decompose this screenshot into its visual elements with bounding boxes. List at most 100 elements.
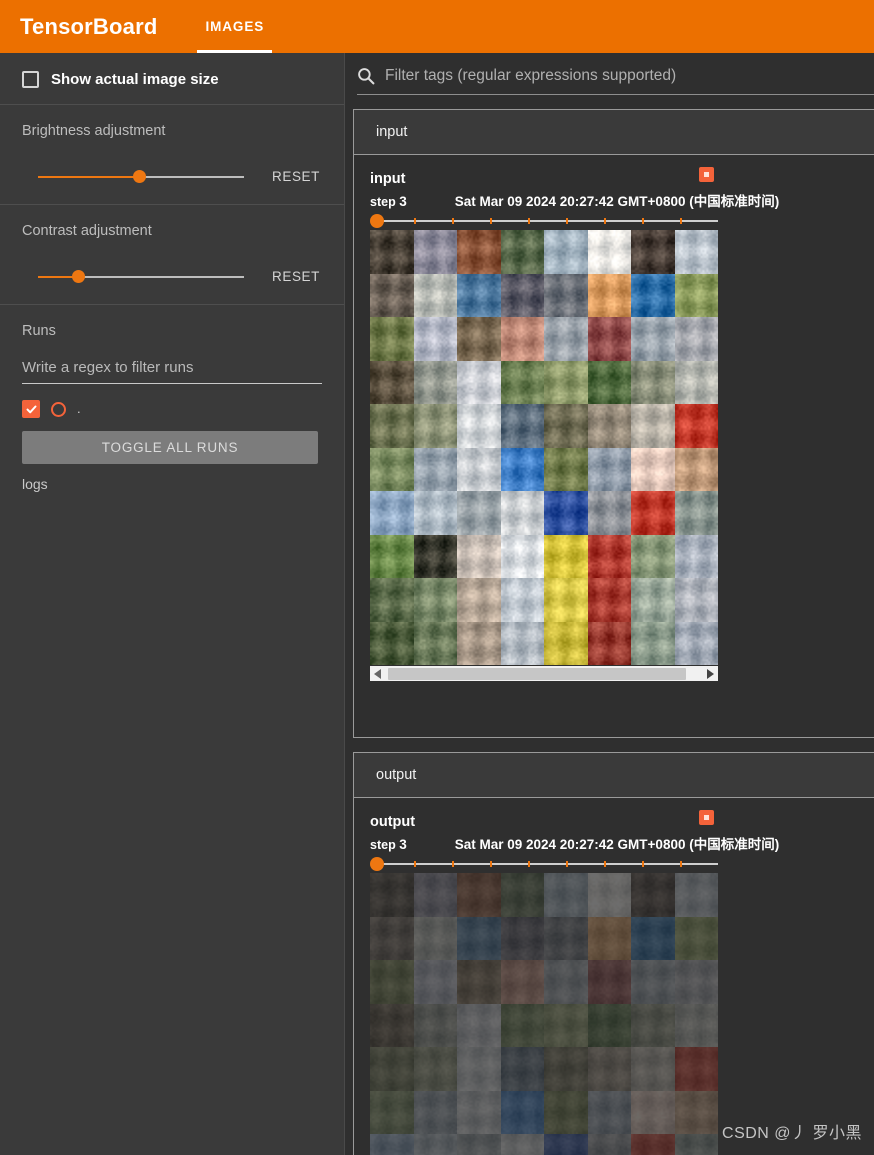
image-thumbnail — [544, 404, 588, 448]
image-grid-cell — [500, 1003, 544, 1047]
image-thumbnail — [587, 273, 631, 317]
image-grid — [370, 873, 718, 1155]
image-grid-cell — [674, 491, 718, 535]
image-grid-cell — [413, 491, 457, 535]
image-thumbnail — [500, 317, 544, 361]
scroll-left-arrow-icon[interactable] — [370, 666, 386, 682]
image-thumbnail — [413, 491, 457, 535]
brightness-reset-button[interactable]: RESET — [270, 165, 322, 188]
image-grid-cell — [500, 621, 544, 665]
image-thumbnail — [587, 1134, 631, 1155]
toggle-all-runs-button[interactable]: TOGGLE ALL RUNS — [22, 431, 318, 464]
scrollbar-thumb[interactable] — [388, 667, 686, 680]
image-thumbnail — [500, 621, 544, 665]
image-thumbnail — [587, 360, 631, 404]
image-grid-cell — [500, 534, 544, 578]
image-grid-cell — [457, 273, 501, 317]
image-thumbnail — [674, 1047, 718, 1091]
image-thumbnail — [370, 360, 414, 404]
image-grid-cell — [544, 873, 588, 917]
brightness-slider[interactable] — [22, 168, 252, 186]
show-actual-size-section: Show actual image size — [0, 53, 344, 105]
brightness-label: Brightness adjustment — [22, 123, 166, 139]
image-thumbnail — [631, 273, 675, 317]
image-thumbnail — [674, 273, 718, 317]
image-thumbnail — [544, 578, 588, 622]
image-grid-cell — [413, 960, 457, 1004]
image-thumbnail — [413, 873, 457, 917]
run-checkbox[interactable] — [22, 400, 40, 418]
image-grid-cell — [674, 1003, 718, 1047]
contrast-reset-button[interactable]: RESET — [270, 265, 322, 288]
tab-images[interactable]: IMAGES — [187, 0, 282, 53]
image-grid-cell — [631, 491, 675, 535]
image-grid-cell — [370, 916, 414, 960]
image-grid-cell — [413, 404, 457, 448]
tag-filter-input[interactable] — [385, 67, 874, 85]
image-grid-cell — [500, 447, 544, 491]
main-content: input input step 3 Sat Mar 09 2024 20: — [345, 53, 874, 1155]
step-slider-knob[interactable] — [370, 214, 384, 228]
image-thumbnail — [587, 960, 631, 1004]
fullscreen-icon-button[interactable] — [699, 810, 714, 825]
show-actual-image-size-checkbox[interactable] — [22, 71, 39, 88]
fullscreen-icon-button[interactable] — [699, 167, 714, 182]
tag-group-input-header[interactable]: input — [354, 110, 874, 155]
runs-regex-input[interactable] — [22, 357, 322, 384]
show-actual-image-size-row[interactable]: Show actual image size — [22, 71, 322, 88]
image-grid-cell — [370, 273, 414, 317]
run-item[interactable]: . — [22, 400, 322, 418]
image-grid-cell — [544, 230, 588, 274]
image-grid-cell — [544, 360, 588, 404]
image-thumbnail — [370, 916, 414, 960]
image-grid-cell — [413, 317, 457, 361]
image-grid-cell — [457, 1134, 501, 1155]
step-slider-ticks — [376, 861, 718, 867]
image-thumbnail — [457, 273, 501, 317]
image-thumbnail — [370, 534, 414, 578]
image-grid-cell — [674, 404, 718, 448]
image-thumbnail — [631, 447, 675, 491]
scroll-right-arrow-icon[interactable] — [702, 666, 718, 682]
step-slider-knob[interactable] — [370, 857, 384, 871]
image-grid-cell — [457, 230, 501, 274]
image-grid-cell — [544, 960, 588, 1004]
image-thumbnail — [370, 1134, 414, 1155]
step-slider-input[interactable] — [370, 214, 718, 228]
image-grid-cell — [674, 1134, 718, 1155]
image-grid-cell — [674, 578, 718, 622]
image-thumbnail — [587, 317, 631, 361]
image-thumbnail — [674, 317, 718, 361]
image-grid-cell — [587, 621, 631, 665]
image-grid-scrollbar-input[interactable] — [370, 665, 718, 681]
image-grid-cell — [631, 873, 675, 917]
image-grid-cell — [457, 960, 501, 1004]
contrast-slider[interactable] — [22, 268, 252, 286]
image-thumbnail — [587, 1047, 631, 1091]
image-grid-cell — [500, 873, 544, 917]
image-grid-cell — [457, 916, 501, 960]
image-thumbnail — [500, 447, 544, 491]
image-grid-cell — [544, 621, 588, 665]
contrast-slider-knob[interactable] — [71, 269, 85, 283]
image-thumbnail — [457, 534, 501, 578]
runs-label: Runs — [22, 323, 56, 339]
fullscreen-icon — [704, 172, 709, 177]
tag-group-output-header[interactable]: output — [354, 753, 874, 798]
image-grid-cell — [457, 578, 501, 622]
image-thumbnail — [544, 317, 588, 361]
image-grid-cell — [587, 578, 631, 622]
brightness-slider-knob[interactable] — [132, 169, 146, 183]
step-slider-output[interactable] — [370, 857, 718, 871]
image-grid-cell — [500, 404, 544, 448]
step-value: 3 — [399, 194, 407, 209]
image-thumbnail — [544, 621, 588, 665]
image-thumbnail — [674, 1090, 718, 1134]
image-thumbnail — [631, 873, 675, 917]
image-thumbnail — [631, 1047, 675, 1091]
tensorboard-app: TensorBoard IMAGES Show actual image siz… — [0, 0, 874, 1155]
image-grid-cell — [370, 360, 414, 404]
image-thumbnail — [674, 960, 718, 1004]
image-thumbnail — [457, 1047, 501, 1091]
image-thumbnail — [413, 360, 457, 404]
